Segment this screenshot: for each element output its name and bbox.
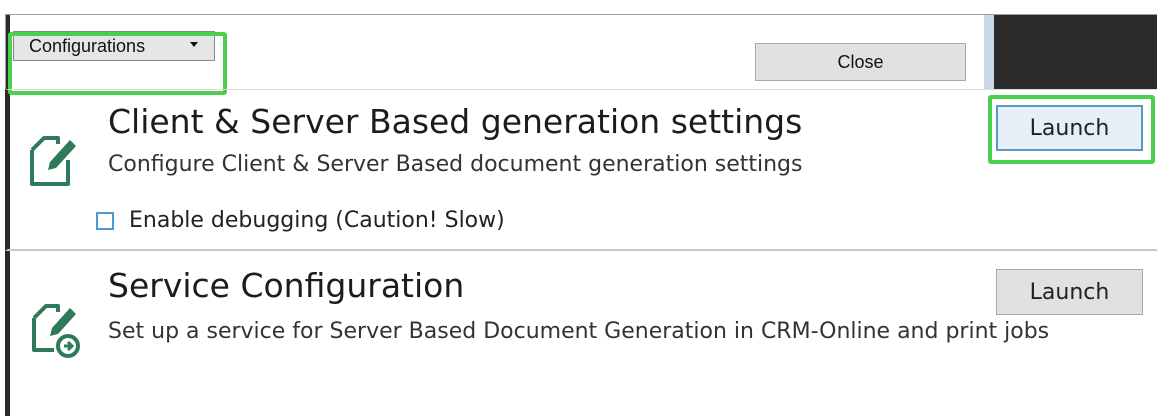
panel-description: Set up a service for Server Based Docume… <box>108 319 1050 344</box>
document-edit-icon <box>28 130 80 196</box>
close-button-label: Close <box>837 51 884 72</box>
service-configuration-panel: Service Configuration Set up a service f… <box>5 251 1157 416</box>
launch-button-label: Launch <box>1029 115 1110 141</box>
launch-button[interactable]: Launch <box>996 105 1143 151</box>
close-button[interactable]: Close <box>755 43 966 81</box>
document-service-icon <box>28 296 84 366</box>
configurations-dropdown-label: Configurations <box>29 35 146 56</box>
launch-button[interactable]: Launch <box>996 269 1143 315</box>
launch-button-label: Launch <box>1029 279 1110 305</box>
client-server-settings-panel: Client & Server Based generation setting… <box>5 89 1157 251</box>
enable-debugging-checkbox-row[interactable]: Enable debugging (Caution! Slow) <box>96 208 505 233</box>
panel-description: Configure Client & Server Based document… <box>108 152 803 177</box>
panel-title: Client & Server Based generation setting… <box>108 102 803 141</box>
configurations-dropdown[interactable]: Configurations <box>13 31 215 61</box>
panel-title: Service Configuration <box>108 266 465 305</box>
scrollbar-strip[interactable] <box>984 15 994 90</box>
enable-debugging-checkbox[interactable] <box>96 211 114 230</box>
enable-debugging-label: Enable debugging (Caution! Slow) <box>129 208 505 233</box>
chevron-down-icon <box>190 42 198 47</box>
dark-background-panel <box>994 15 1157 90</box>
